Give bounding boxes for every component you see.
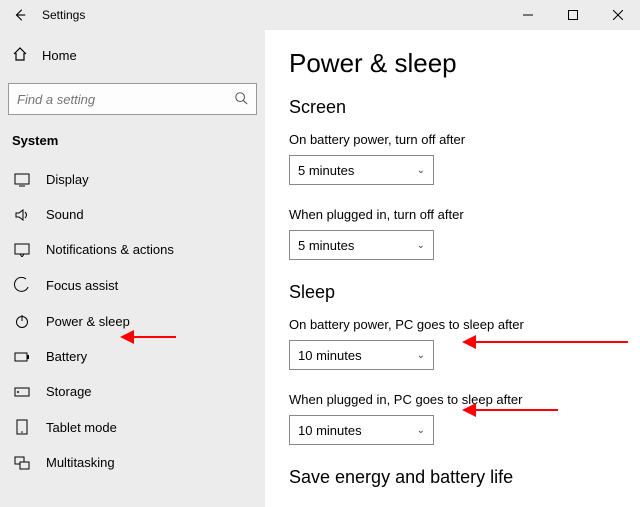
window-title: Settings <box>42 8 85 22</box>
focus-assist-icon <box>14 277 30 293</box>
sidebar-item-tablet-mode[interactable]: Tablet mode <box>4 409 261 445</box>
page-title: Power & sleep <box>289 48 616 79</box>
sidebar-item-label: Power & sleep <box>46 314 130 329</box>
sidebar-item-label: Battery <box>46 349 87 364</box>
sidebar-item-label: Sound <box>46 207 84 222</box>
home-label: Home <box>42 48 77 63</box>
select-value: 5 minutes <box>298 238 354 253</box>
sidebar: Home System Display Sound Notifications … <box>0 30 265 507</box>
sidebar-item-sound[interactable]: Sound <box>4 197 261 232</box>
sidebar-item-label: Notifications & actions <box>46 242 174 257</box>
close-button[interactable] <box>595 0 640 30</box>
back-button[interactable] <box>0 0 40 30</box>
sleep-plugged-select[interactable]: 10 minutes ⌄ <box>289 415 434 445</box>
sleep-battery-select[interactable]: 10 minutes ⌄ <box>289 340 434 370</box>
sidebar-item-label: Display <box>46 172 89 187</box>
window-controls <box>505 0 640 30</box>
sleep-plugged-label: When plugged in, PC goes to sleep after <box>289 392 616 407</box>
section-save-energy: Save energy and battery life <box>289 467 616 488</box>
battery-icon <box>14 351 30 363</box>
search-input[interactable] <box>17 92 213 107</box>
titlebar: Settings <box>0 0 640 30</box>
sound-icon <box>14 208 30 222</box>
multitasking-icon <box>14 456 30 470</box>
chevron-down-icon: ⌄ <box>417 165 425 176</box>
search-box[interactable] <box>8 83 257 115</box>
sidebar-item-display[interactable]: Display <box>4 162 261 197</box>
section-screen: Screen <box>289 97 616 118</box>
screen-battery-label: On battery power, turn off after <box>289 132 616 147</box>
chevron-down-icon: ⌄ <box>417 350 425 361</box>
maximize-button[interactable] <box>550 0 595 30</box>
close-icon <box>613 10 623 20</box>
sidebar-item-notifications[interactable]: Notifications & actions <box>4 232 261 267</box>
sidebar-item-focus-assist[interactable]: Focus assist <box>4 267 261 303</box>
sidebar-item-power-sleep[interactable]: Power & sleep <box>4 303 261 339</box>
select-value: 5 minutes <box>298 163 354 178</box>
home-button[interactable]: Home <box>4 36 261 75</box>
screen-plugged-select[interactable]: 5 minutes ⌄ <box>289 230 434 260</box>
sidebar-item-label: Tablet mode <box>46 420 117 435</box>
screen-plugged-label: When plugged in, turn off after <box>289 207 616 222</box>
sidebar-item-battery[interactable]: Battery <box>4 339 261 374</box>
notifications-icon <box>14 243 30 257</box>
select-value: 10 minutes <box>298 423 362 438</box>
display-icon <box>14 173 30 187</box>
maximize-icon <box>568 10 578 20</box>
chevron-down-icon: ⌄ <box>417 425 425 436</box>
sidebar-item-multitasking[interactable]: Multitasking <box>4 445 261 480</box>
content-pane: Power & sleep Screen On battery power, t… <box>265 30 640 507</box>
screen-battery-select[interactable]: 5 minutes ⌄ <box>289 155 434 185</box>
sidebar-category: System <box>4 127 261 162</box>
arrow-left-icon <box>13 8 27 22</box>
sidebar-item-label: Storage <box>46 384 92 399</box>
sidebar-item-label: Focus assist <box>46 278 118 293</box>
power-icon <box>14 313 30 329</box>
select-value: 10 minutes <box>298 348 362 363</box>
chevron-down-icon: ⌄ <box>417 240 425 251</box>
search-icon <box>234 91 248 108</box>
tablet-icon <box>14 419 30 435</box>
minimize-button[interactable] <box>505 0 550 30</box>
sidebar-item-storage[interactable]: Storage <box>4 374 261 409</box>
minimize-icon <box>523 10 533 20</box>
home-icon <box>12 46 28 65</box>
sleep-battery-label: On battery power, PC goes to sleep after <box>289 317 616 332</box>
section-sleep: Sleep <box>289 282 616 303</box>
sidebar-item-label: Multitasking <box>46 455 115 470</box>
storage-icon <box>14 386 30 398</box>
